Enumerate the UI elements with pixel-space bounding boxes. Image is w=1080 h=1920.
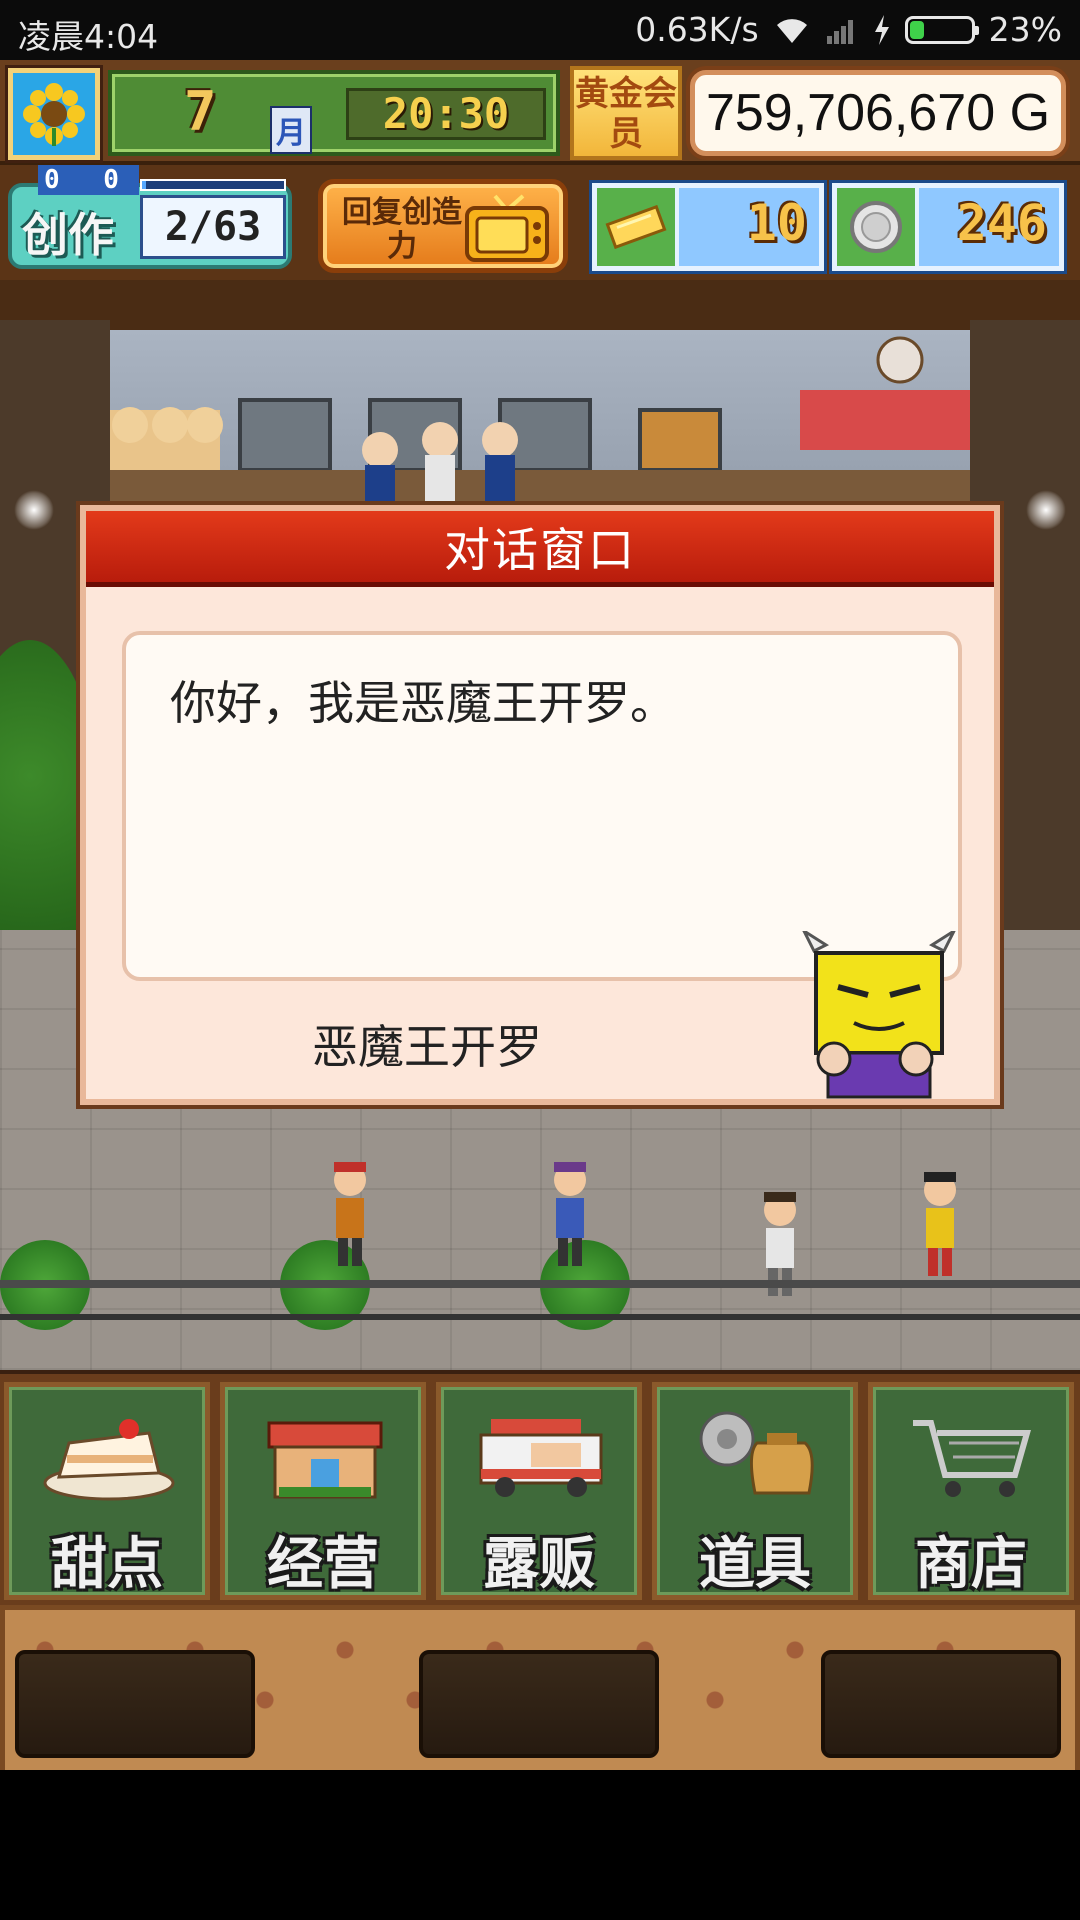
calendar-panel: 7 月 20:30 xyxy=(108,70,560,156)
menu-manage-label: 经营 xyxy=(267,1532,379,1597)
demon-king-portrait-icon xyxy=(802,931,956,1099)
dialog-message: 你好，我是恶魔王开罗。 xyxy=(170,676,676,730)
money-display: 759,706,670 G xyxy=(690,70,1066,156)
fence xyxy=(0,1280,1080,1320)
cake-icon xyxy=(43,1419,175,1501)
status-bar: 凌晨4:04 0.63K/s 23% xyxy=(0,0,1080,60)
silver-coin-icon xyxy=(850,201,902,253)
npc-customer xyxy=(554,1162,586,1266)
status-time: 凌晨4:04 xyxy=(18,17,159,56)
wifi-icon xyxy=(773,15,811,45)
right-lamp xyxy=(1026,490,1066,530)
ticket-counter[interactable]: 10 xyxy=(592,183,824,271)
status-right-group: 0.63K/s 23% xyxy=(635,10,1062,49)
game-screen: 7 月 20:30 黄金会员 759,706,670 G 0 0 创作 2/63… xyxy=(0,60,1080,1770)
create-progress: 2/63 xyxy=(140,195,286,259)
items-bag-icon xyxy=(699,1411,814,1495)
coin-counter[interactable]: 246 xyxy=(832,183,1064,271)
menu-stall-button[interactable]: 露贩 xyxy=(436,1382,642,1600)
menu-stall-label: 露贩 xyxy=(483,1532,595,1597)
network-speed: 0.63K/s xyxy=(635,10,759,49)
empty-slot[interactable] xyxy=(15,1650,255,1758)
dialog-window[interactable]: 对话窗口 你好，我是恶魔王开罗。 恶魔王开罗 xyxy=(80,505,1000,1105)
month-label: 月 xyxy=(270,106,312,154)
recover-creativity-button[interactable]: 回复创造力 xyxy=(318,179,568,273)
menu-items-button[interactable]: 道具 xyxy=(652,1382,858,1600)
recover-creativity-label: 回复创造力 xyxy=(342,195,462,264)
hud-top-row: 7 月 20:30 黄金会员 759,706,670 G xyxy=(0,60,1080,165)
create-panel[interactable]: 0 0 创作 2/63 xyxy=(8,165,292,269)
dialog-title-bar: 对话窗口 xyxy=(86,511,994,587)
shop-icon xyxy=(267,1421,383,1499)
signal-icon xyxy=(825,16,859,44)
ticket-count: 10 xyxy=(746,194,807,252)
create-energy-fill xyxy=(142,181,147,189)
food-truck-icon xyxy=(479,1419,603,1497)
create-label: 创作 xyxy=(22,208,114,262)
menu-dessert-label: 甜点 xyxy=(51,1532,163,1597)
bottom-panel xyxy=(0,1605,1080,1770)
tv-icon xyxy=(465,194,549,262)
gold-ticket-icon xyxy=(605,205,667,249)
ticket-icon-wrap xyxy=(597,188,679,266)
dialog-title: 对话窗口 xyxy=(444,522,636,577)
battery-icon xyxy=(904,15,979,44)
coin-icon-wrap xyxy=(837,188,919,266)
bottom-black-bar xyxy=(0,1770,1080,1920)
menu-store-label: 商店 xyxy=(915,1532,1027,1597)
dialog-message-box: 你好，我是恶魔王开罗。 xyxy=(122,631,962,981)
create-energy-bar xyxy=(140,179,286,191)
create-top-digits: 0 0 xyxy=(38,165,139,195)
menu-manage-button[interactable]: 经营 xyxy=(220,1382,426,1600)
npc-customer xyxy=(924,1172,956,1276)
speaker-name: 恶魔王开罗 xyxy=(312,1020,542,1074)
menu-store-button[interactable]: 商店 xyxy=(868,1382,1074,1600)
game-clock: 20:30 xyxy=(346,88,546,140)
charging-bolt-icon xyxy=(873,14,891,45)
empty-slot[interactable] xyxy=(821,1650,1061,1758)
gold-member-badge[interactable]: 黄金会员 xyxy=(570,66,682,160)
npc-customer xyxy=(334,1162,366,1266)
battery-percent: 23% xyxy=(988,10,1062,49)
cart-icon xyxy=(913,1420,1031,1497)
menu-items-label: 道具 xyxy=(699,1532,811,1597)
hud-second-row: 0 0 创作 2/63 回复创造力 10 246 xyxy=(0,165,1080,280)
player-avatar[interactable] xyxy=(8,68,100,160)
month-number: 7 xyxy=(184,80,217,143)
sunflower-icon xyxy=(23,83,85,146)
menu-dessert-button[interactable]: 甜点 xyxy=(4,1382,210,1600)
left-lamp xyxy=(14,490,54,530)
main-menu: 甜点 经营 露贩 道具 商店 xyxy=(0,1370,1080,1605)
coin-count: 246 xyxy=(956,194,1047,252)
battery-fill xyxy=(909,20,924,39)
empty-slot[interactable] xyxy=(419,1650,659,1758)
